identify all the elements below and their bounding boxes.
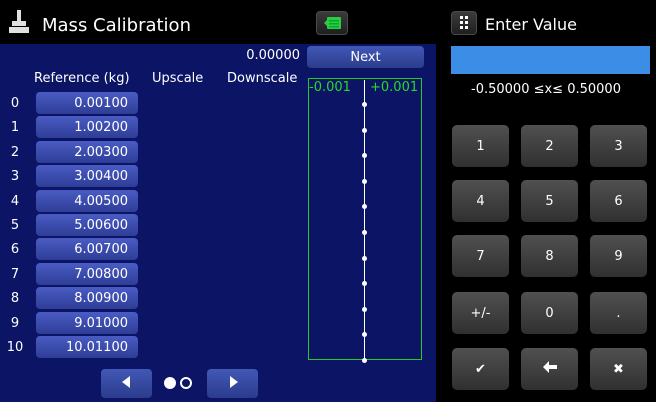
checkmark-icon: ✔ bbox=[475, 361, 486, 377]
keypad-key-0[interactable]: 0 bbox=[521, 292, 578, 334]
column-header-reference: Reference (kg) bbox=[34, 71, 130, 86]
clear-key[interactable]: ✖ bbox=[590, 348, 647, 390]
page-dot-active bbox=[164, 377, 176, 389]
keypad-key-decimal[interactable]: . bbox=[590, 292, 647, 334]
row-index: 2 bbox=[10, 145, 20, 160]
row-index: 0 bbox=[10, 96, 20, 111]
reference-value-button[interactable]: 4.00500 bbox=[36, 190, 138, 212]
backspace-key[interactable] bbox=[521, 348, 578, 390]
next-page-button[interactable] bbox=[207, 369, 258, 398]
gauge-point bbox=[362, 179, 367, 184]
gauge-min-label: -0.001 bbox=[309, 80, 351, 95]
keypad-key-2[interactable]: 2 bbox=[521, 125, 578, 167]
gauge-point bbox=[362, 102, 367, 107]
row-index: 9 bbox=[10, 316, 20, 331]
row-index: 8 bbox=[10, 291, 20, 306]
keypad-key-sign[interactable]: +/- bbox=[452, 292, 509, 334]
value-entry-field[interactable] bbox=[451, 46, 650, 74]
keypad-key-3[interactable]: 3 bbox=[590, 125, 647, 167]
row-index: 10 bbox=[6, 340, 24, 355]
reference-value-button[interactable]: 10.01100 bbox=[36, 336, 138, 358]
gauge-point bbox=[362, 307, 367, 312]
previous-page-button[interactable] bbox=[101, 369, 152, 398]
reference-value-button[interactable]: 2.00300 bbox=[36, 141, 138, 163]
enter-key[interactable]: ✔ bbox=[452, 348, 509, 390]
value-range-hint: -0.50000 ≤x≤ 0.50000 bbox=[471, 82, 621, 97]
arrow-left-icon bbox=[121, 376, 130, 388]
row-index: 3 bbox=[10, 169, 20, 184]
reference-value-button[interactable]: 8.00900 bbox=[36, 287, 138, 309]
column-header-upscale: Upscale bbox=[152, 71, 204, 86]
column-header-downscale: Downscale bbox=[227, 71, 298, 86]
row-index: 7 bbox=[10, 267, 20, 282]
gauge-point bbox=[362, 204, 367, 209]
current-reading: 0.00000 bbox=[246, 48, 300, 63]
gauge-center-line bbox=[364, 80, 365, 360]
arrow-left-icon bbox=[542, 361, 557, 373]
gauge-point bbox=[362, 256, 367, 261]
keypad-key-8[interactable]: 8 bbox=[521, 235, 578, 277]
keypad-key-4[interactable]: 4 bbox=[452, 180, 509, 222]
gauge-max-label: +0.001 bbox=[370, 80, 419, 95]
row-index: 6 bbox=[10, 242, 20, 257]
keypad-key-6[interactable]: 6 bbox=[590, 180, 647, 222]
reference-value-button[interactable]: 7.00800 bbox=[36, 263, 138, 285]
page-dot-inactive bbox=[180, 377, 192, 389]
row-index: 5 bbox=[10, 218, 20, 233]
screen-toggle-button[interactable] bbox=[316, 11, 348, 35]
keypad-key-9[interactable]: 9 bbox=[590, 235, 647, 277]
keypad-key-5[interactable]: 5 bbox=[521, 180, 578, 222]
next-button[interactable]: Next bbox=[307, 46, 424, 68]
keypad-key-7[interactable]: 7 bbox=[452, 235, 509, 277]
reference-value-button[interactable]: 9.01000 bbox=[36, 312, 138, 334]
arrow-right-icon bbox=[229, 376, 238, 388]
reference-value-button[interactable]: 3.00400 bbox=[36, 165, 138, 187]
mass-weight-icon bbox=[9, 10, 29, 33]
row-index: 4 bbox=[10, 194, 20, 209]
reference-value-button[interactable]: 6.00700 bbox=[36, 238, 138, 260]
page-indicator bbox=[164, 376, 196, 390]
gauge-point bbox=[362, 230, 367, 235]
close-icon: ✖ bbox=[613, 361, 624, 377]
keypad-key-1[interactable]: 1 bbox=[452, 125, 509, 167]
reference-value-button[interactable]: 5.00600 bbox=[36, 214, 138, 236]
gauge-point bbox=[362, 128, 367, 133]
keypad-icon bbox=[451, 11, 477, 35]
gauge-point bbox=[362, 332, 367, 337]
gauge-point bbox=[362, 358, 367, 363]
gauge-point bbox=[362, 281, 367, 286]
deviation-gauge bbox=[308, 78, 422, 360]
row-index: 1 bbox=[10, 120, 20, 135]
page-title: Mass Calibration bbox=[42, 15, 191, 36]
reference-value-button[interactable]: 0.00100 bbox=[36, 92, 138, 114]
gauge-point bbox=[362, 153, 367, 158]
keypad-title: Enter Value bbox=[485, 15, 577, 34]
reference-value-button[interactable]: 1.00200 bbox=[36, 116, 138, 138]
display-icon bbox=[324, 17, 341, 29]
title-bar: Mass Calibration bbox=[0, 0, 436, 44]
